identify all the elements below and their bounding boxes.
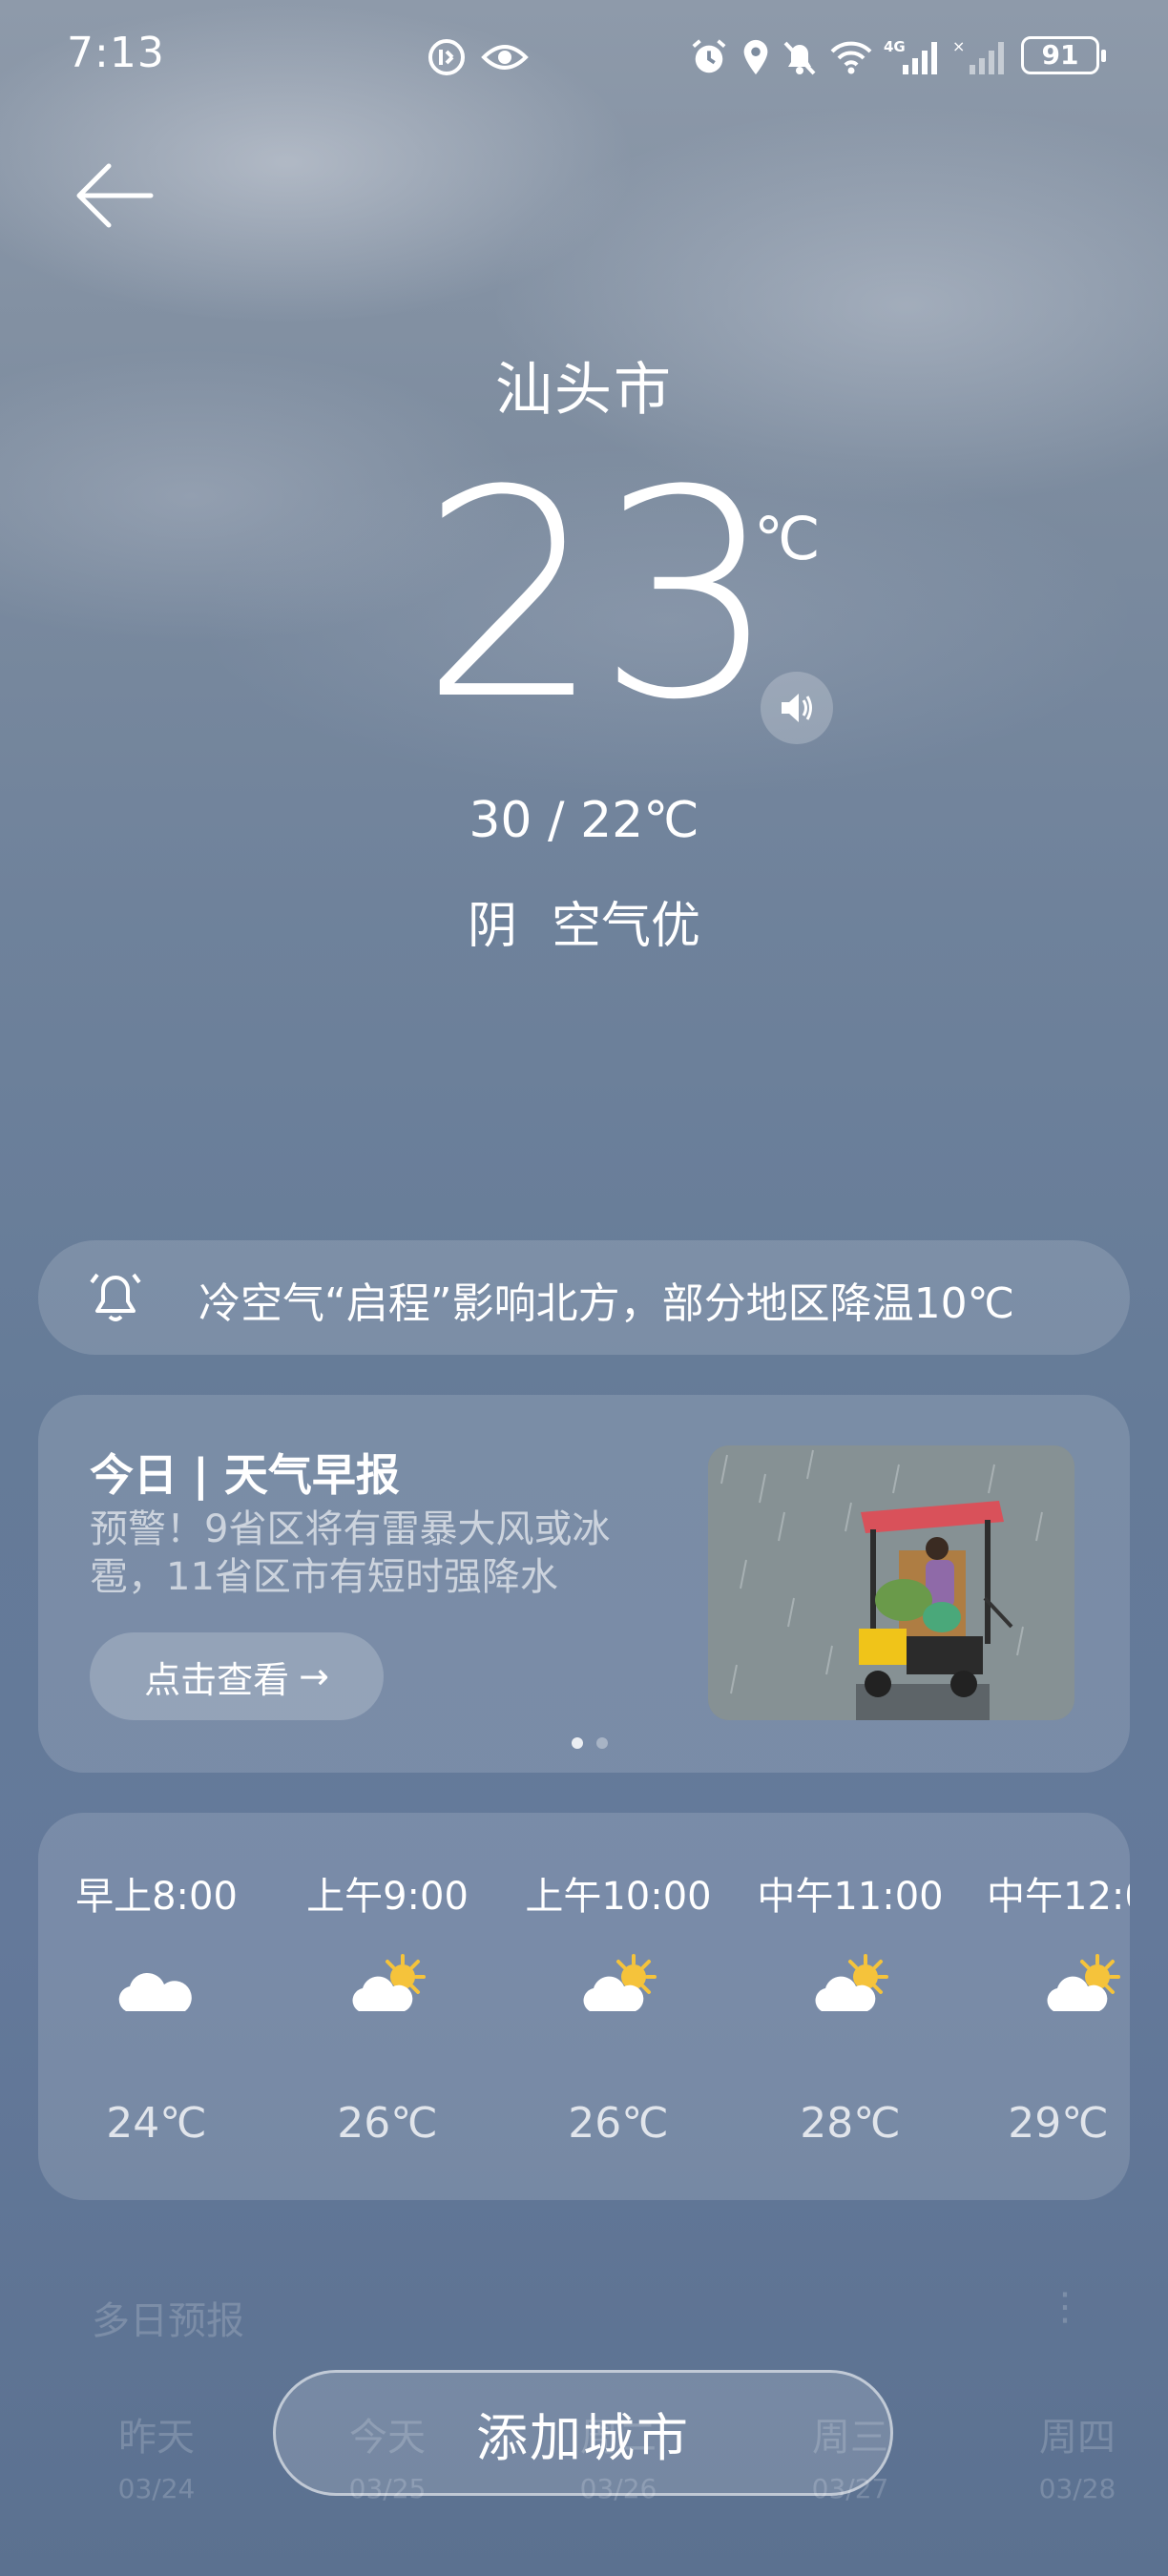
- hourly-time: 中午11:00: [757, 1875, 944, 1919]
- news-headline[interactable]: 冷空气“启程”影响北方，部分地区降温10℃: [198, 1269, 1086, 1330]
- partly-cloudy-icon: [583, 1954, 657, 2011]
- speaker-icon: [782, 694, 812, 722]
- svg-text:×: ×: [952, 38, 965, 55]
- view-brief-button[interactable]: 点击查看 →: [90, 1632, 384, 1720]
- battery-icon: 91: [1021, 36, 1106, 74]
- eye-icon: [481, 45, 529, 70]
- carousel-dots: [565, 1735, 615, 1753]
- bell-off-icon: [783, 41, 816, 75]
- cloudy-icon: [118, 1972, 192, 2011]
- day-label: 昨天: [118, 2416, 195, 2460]
- hourly-temperature: 28℃: [800, 2099, 901, 2148]
- wifi-icon: [830, 41, 872, 74]
- temperature-range: 30 / 22℃: [469, 792, 699, 849]
- current-temperature: 23: [420, 429, 779, 762]
- hourly-temperature: 24℃: [106, 2099, 207, 2148]
- location-icon: [743, 39, 768, 75]
- hourly-time: 上午10:00: [525, 1875, 712, 1919]
- svg-text:4G: 4G: [884, 38, 906, 55]
- add-city-button[interactable]: 添加城市: [273, 2370, 893, 2496]
- carousel-dot: [596, 1737, 608, 1749]
- partly-cloudy-icon: [815, 1954, 888, 2011]
- alarm-icon: [692, 39, 726, 73]
- arrow-right-icon: →: [299, 1655, 329, 1697]
- air-quality: 空气优: [552, 898, 701, 955]
- day-date: 03/24: [117, 2473, 196, 2504]
- back-arrow-icon[interactable]: [74, 160, 155, 231]
- brief-title: 今日 | 天气早报: [90, 1449, 400, 1501]
- signal-4g-icon: 4G: [884, 38, 937, 74]
- hourly-temperature: 26℃: [337, 2099, 438, 2148]
- multi-day-title: 多日预报: [92, 2299, 244, 2343]
- weather-condition: 阴: [467, 898, 517, 955]
- more-options-icon[interactable]: ⋮: [1046, 2285, 1084, 2329]
- city-name: 汕头市: [495, 357, 673, 424]
- brief-description: 预警！9省区将有雷暴大风或冰雹，11省区市有短时强降水: [90, 1507, 611, 1599]
- hourly-time: 早上8:00: [75, 1875, 238, 1919]
- status-time: 7:13: [67, 29, 165, 77]
- data-saver-icon: [428, 39, 465, 75]
- hourly-temperature: 26℃: [568, 2099, 669, 2148]
- day-date: 03/28: [1038, 2473, 1116, 2504]
- voice-broadcast-button[interactable]: [761, 672, 833, 744]
- rain-scene-image[interactable]: [708, 1445, 1074, 1720]
- hourly-time: 上午9:00: [306, 1875, 469, 1919]
- weather-condition-row: 阴空气优: [0, 885, 1168, 957]
- temperature-unit: ℃: [754, 504, 821, 573]
- carousel-dot-active: [572, 1737, 583, 1749]
- signal-icon: ×: [952, 38, 1004, 74]
- view-brief-label: 点击查看: [144, 1658, 290, 1701]
- partly-cloudy-icon: [352, 1954, 426, 2011]
- day-label: 周四: [1039, 2416, 1116, 2460]
- hourly-temperature: 29℃: [1008, 2099, 1109, 2148]
- hourly-time: 中午12:00: [987, 1875, 1130, 1919]
- partly-cloudy-icon: [1047, 1954, 1120, 2011]
- news-bell-icon: [90, 1273, 141, 1321]
